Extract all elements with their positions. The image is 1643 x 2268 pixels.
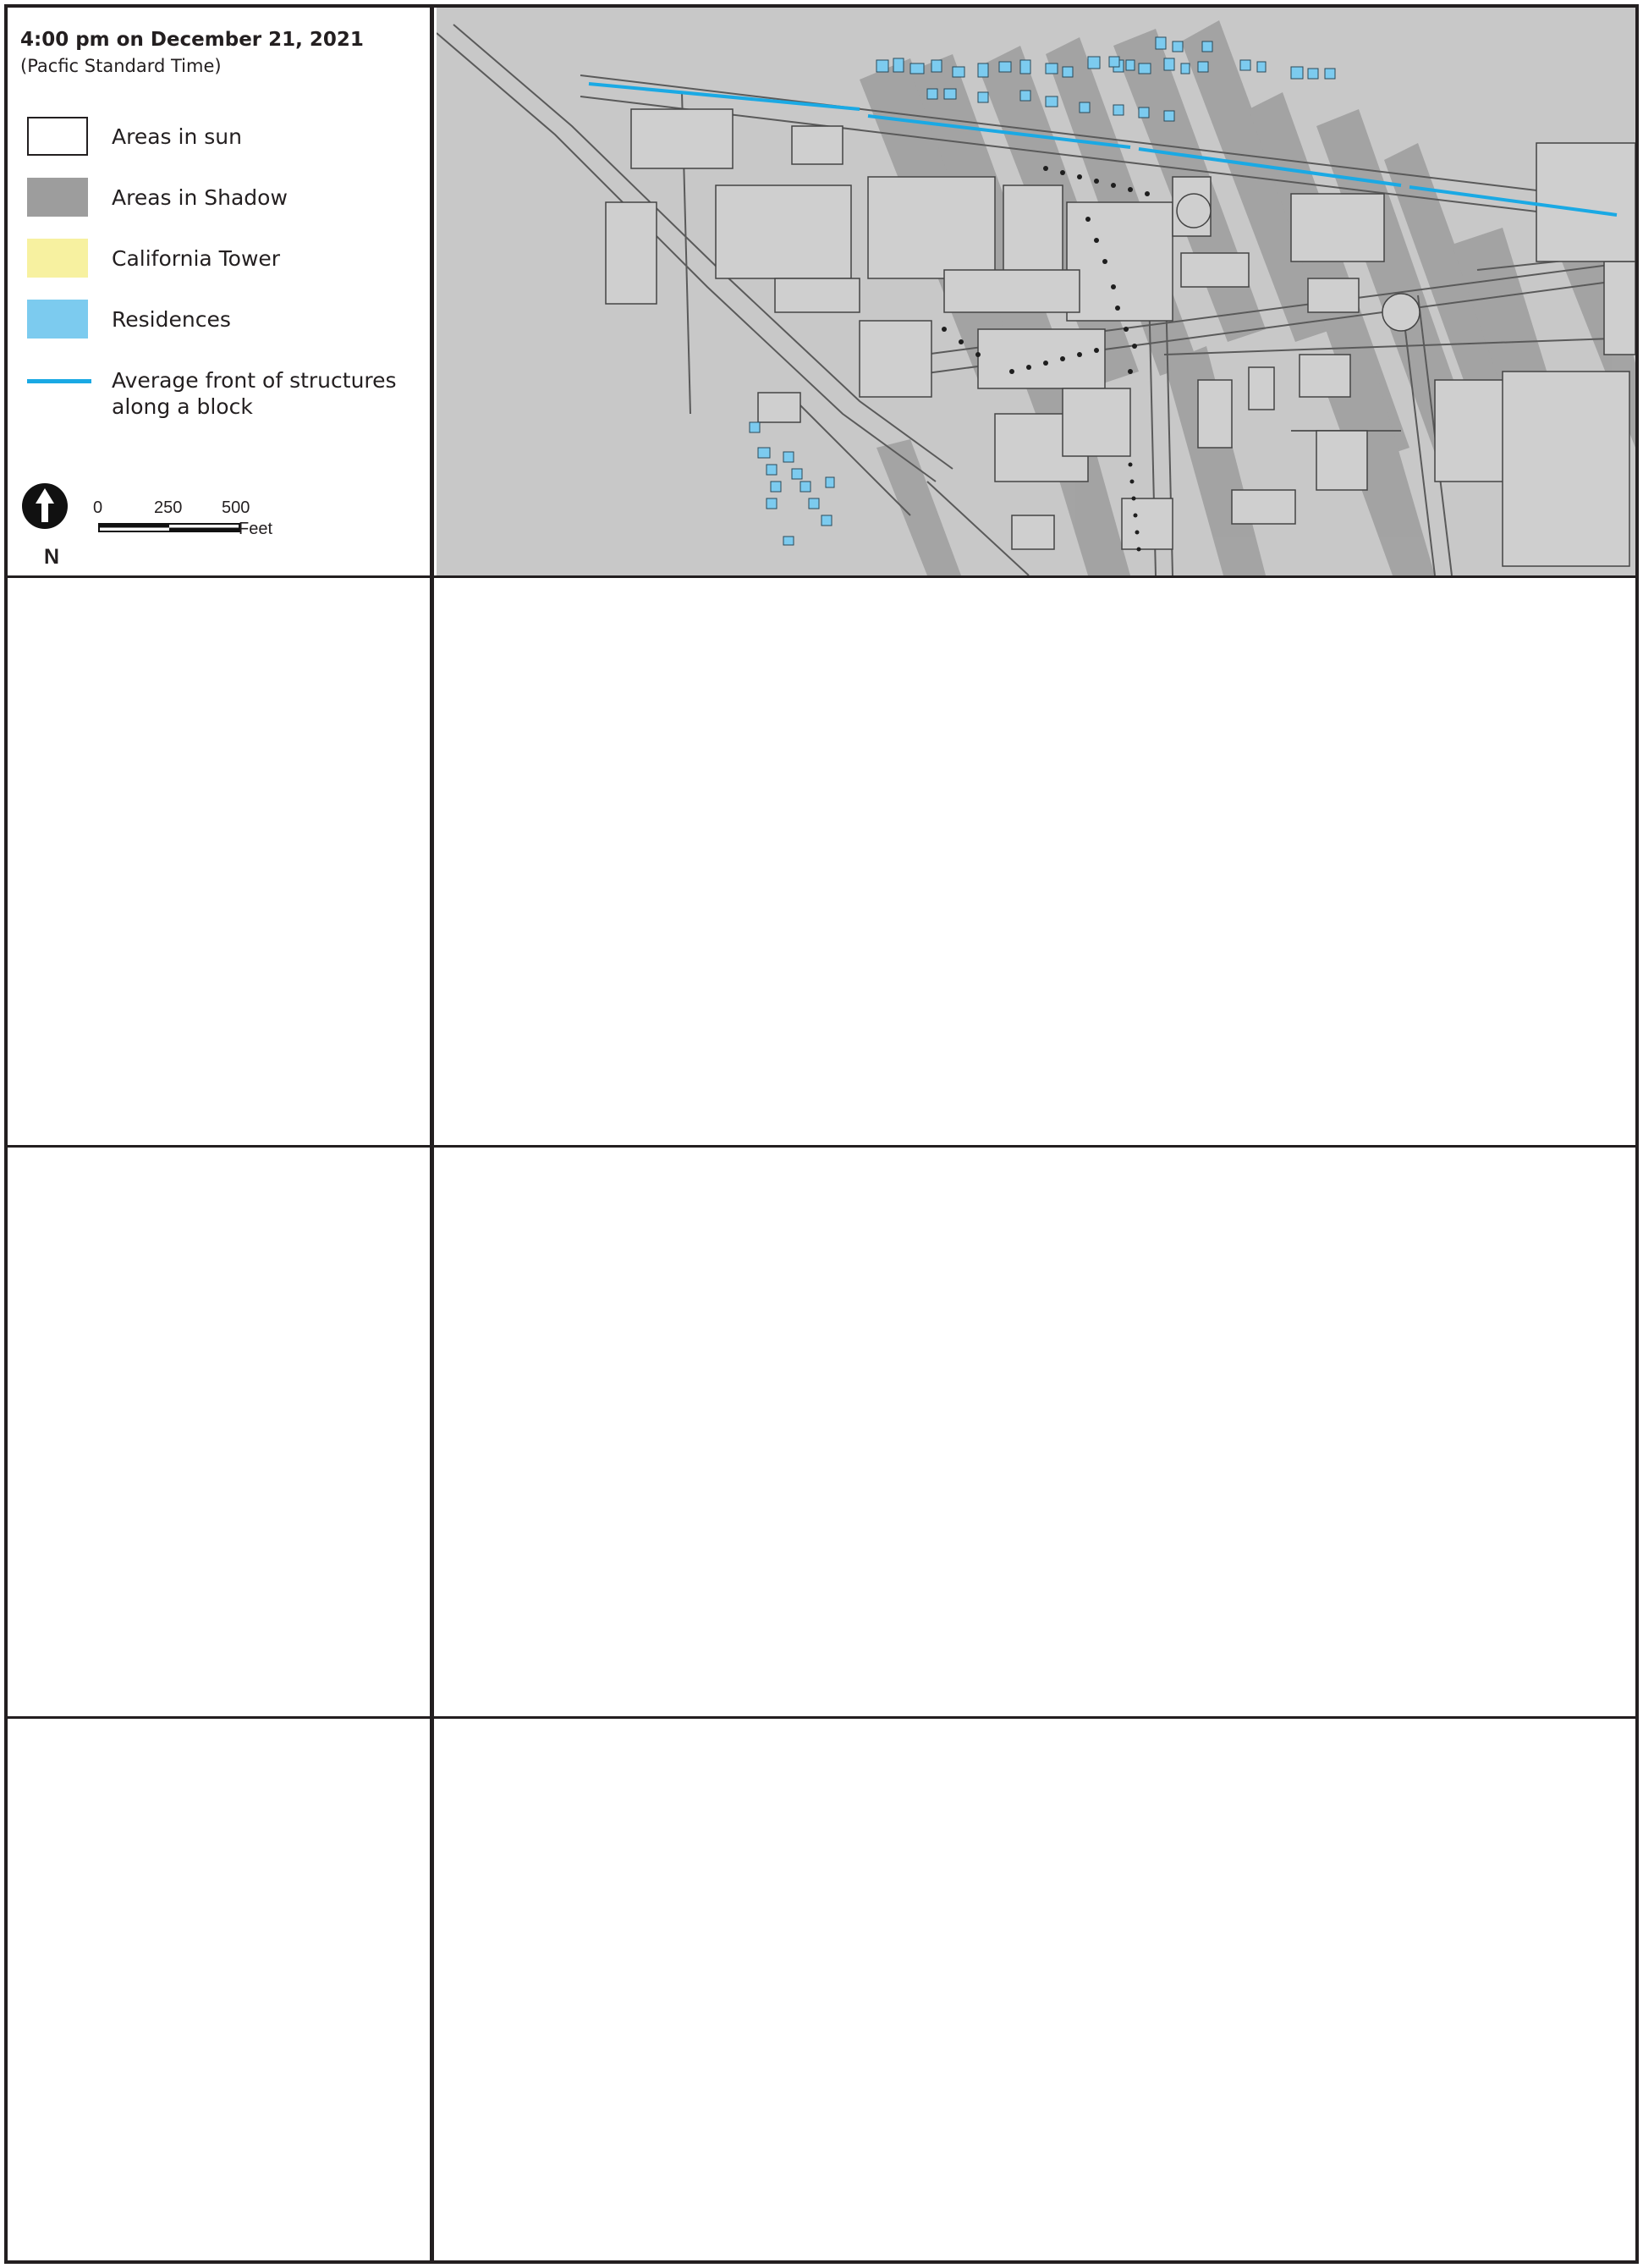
- shadow-map: [437, 8, 1635, 575]
- legend-item-california-tower: California Tower: [27, 239, 425, 278]
- legend-item-sun: Areas in sun: [27, 117, 425, 156]
- frontage-line-swatch: [27, 379, 91, 383]
- legend-label-residences: Residences: [112, 307, 231, 332]
- residences-swatch: [27, 300, 88, 339]
- north-arrow-icon: [22, 483, 68, 529]
- row-divider-3: [4, 1716, 1639, 1719]
- legend-title: 4:00 pm on December 21, 2021: [20, 29, 364, 51]
- map-canvas: [437, 8, 1635, 575]
- legend-label-shadow: Areas in Shadow: [112, 185, 288, 210]
- shadow-swatch: [27, 178, 88, 217]
- scale-bar: N 0 250 500 Feet: [20, 482, 299, 569]
- scale-bar-graphic: [98, 523, 240, 532]
- scale-unit: Feet: [239, 520, 273, 538]
- sun-swatch: [27, 117, 88, 156]
- california-tower-swatch: [27, 239, 88, 278]
- scale-tick-0: 0: [93, 498, 103, 517]
- legend-subtitle: (Pacfic Standard Time): [20, 56, 222, 76]
- row-divider-2: [4, 1145, 1639, 1148]
- scale-tick-500: 500: [222, 498, 250, 517]
- legend-label-california-tower: California Tower: [112, 246, 281, 271]
- scale-tick-250: 250: [154, 498, 183, 517]
- legend-label-sun: Areas in sun: [112, 124, 242, 149]
- legend-label-frontage-line: Average front of structures along a bloc…: [112, 368, 397, 419]
- row-divider-1: [4, 575, 1639, 578]
- column-divider: [430, 4, 434, 2264]
- north-label: N: [44, 545, 60, 569]
- legend-item-frontage-line: Average front of structures along a bloc…: [27, 361, 425, 420]
- legend-item-residences: Residences: [27, 300, 425, 339]
- legend-item-shadow: Areas in Shadow: [27, 178, 425, 217]
- map-legend: 4:00 pm on December 21, 2021 (Pacfic Sta…: [12, 12, 426, 570]
